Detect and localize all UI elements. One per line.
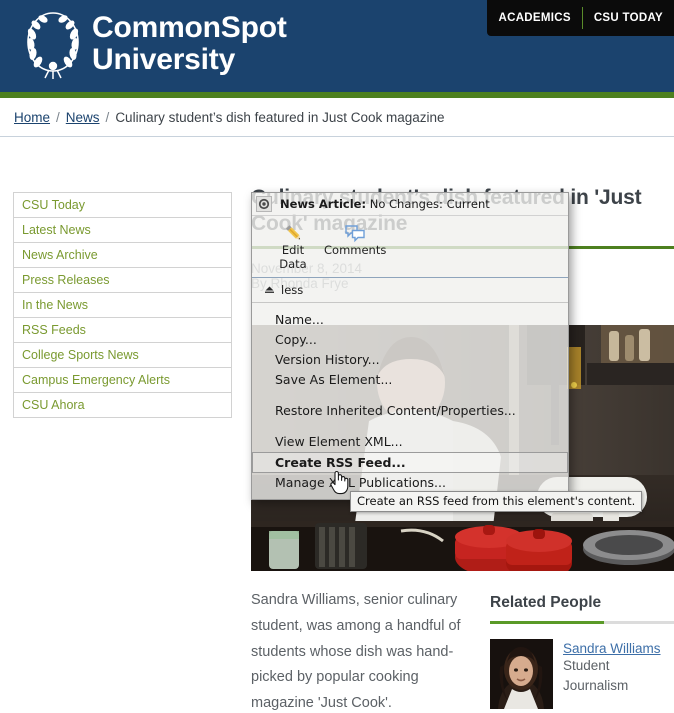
brand-name: CommonSpot University (92, 10, 287, 76)
related-person-name-link[interactable]: Sandra Williams (563, 641, 661, 656)
breadcrumb: Home / News / Culinary student’s dish fe… (0, 98, 674, 137)
menu-gap-1 (252, 390, 568, 401)
edit-data-button[interactable]: Edit Data (262, 222, 324, 271)
article-body: Sandra Williams, senior culinary student… (251, 592, 461, 712)
comments-label: Comments (324, 243, 387, 257)
sidebar-item-rss-feeds[interactable]: RSS Feeds (14, 318, 231, 343)
commonspot-menu-list: Name... Copy... Version History... Save … (252, 303, 568, 499)
related-person-department: Journalism (563, 677, 629, 693)
breadcrumb-link-news[interactable]: News (66, 110, 100, 125)
sidebar-item-latest-news[interactable]: Latest News (14, 218, 231, 243)
comments-icon (324, 222, 386, 244)
tooltip: Create an RSS feed from this element's c… (350, 491, 643, 512)
collapse-label: less (281, 283, 304, 298)
sidebar-news-nav: CSU Today Latest News News Archive Press… (13, 192, 232, 418)
commonspot-element-menu: News Article: No Changes: Current Edit D… (251, 192, 569, 501)
sidebar-item-csu-ahora[interactable]: CSU Ahora (14, 393, 231, 418)
commonspot-element-type: News Article: (280, 197, 367, 211)
site-logo[interactable]: CommonSpot University (18, 8, 287, 80)
menu-item-save-as-element[interactable]: Save As Element... (252, 370, 568, 390)
brand-line-2: University (92, 43, 236, 76)
pointing-hand-cursor (329, 469, 349, 495)
brand-line-1: CommonSpot (92, 10, 287, 44)
edit-data-label-line1: Edit (281, 243, 305, 257)
site-header: CommonSpot University ACADEMICS CSU TODA… (0, 0, 674, 92)
comments-button[interactable]: Comments (324, 222, 386, 271)
related-people-panel: Related People Sandra Williams Student J… (490, 594, 674, 709)
sidebar-item-csu-today[interactable]: CSU Today (14, 193, 231, 218)
commonspot-menu-actions: Edit Data Comments (252, 216, 568, 273)
related-people-title: Related People (490, 594, 602, 611)
top-nav: ACADEMICS CSU TODAY (487, 0, 674, 36)
pencil-icon (262, 222, 324, 244)
gear-icon[interactable] (256, 196, 272, 212)
menu-item-restore-inherited[interactable]: Restore Inherited Content/Properties... (252, 401, 568, 421)
sidebar-item-press-releases[interactable]: Press Releases (14, 268, 231, 293)
menu-item-create-rss-feed[interactable]: Create RSS Feed... (252, 452, 568, 474)
menu-item-version-history[interactable]: Version History... (252, 350, 568, 370)
nav-tab-academics[interactable]: ACADEMICS (487, 0, 581, 36)
related-person-info: Sandra Williams Student Journalism (563, 639, 661, 709)
collapse-arrow-icon (264, 283, 275, 297)
commonspot-collapse-toggle[interactable]: less (252, 278, 568, 302)
menu-item-view-element-xml[interactable]: View Element XML... (252, 432, 568, 452)
commonspot-menu-title: News Article: No Changes: Current (280, 197, 490, 211)
page-root: CommonSpot University ACADEMICS CSU TODA… (0, 0, 674, 713)
related-people-rule (490, 621, 674, 624)
breadcrumb-separator-1: / (56, 109, 60, 125)
nav-tab-csu-today[interactable]: CSU TODAY (583, 0, 674, 36)
menu-item-name[interactable]: Name... (252, 310, 568, 330)
breadcrumb-link-home[interactable]: Home (14, 110, 50, 125)
sidebar-item-news-archive[interactable]: News Archive (14, 243, 231, 268)
breadcrumb-current: Culinary student’s dish featured in Just… (115, 109, 445, 125)
sidebar-item-campus-emergency-alerts[interactable]: Campus Emergency Alerts (14, 368, 231, 393)
edit-data-label-line2: Data (279, 256, 307, 271)
sidebar-item-in-the-news[interactable]: In the News (14, 293, 231, 318)
menu-item-copy[interactable]: Copy... (252, 330, 568, 350)
avatar (490, 639, 553, 709)
laurel-wreath-icon (18, 8, 88, 80)
related-person-item[interactable]: Sandra Williams Student Journalism (490, 639, 674, 709)
commonspot-menu-titlebar: News Article: No Changes: Current (252, 193, 568, 216)
commonspot-element-status: No Changes: Current (366, 197, 490, 211)
related-person-role: Student (563, 658, 610, 673)
breadcrumb-separator-2: / (105, 109, 110, 125)
menu-gap-2 (252, 421, 568, 432)
sidebar-item-college-sports-news[interactable]: College Sports News (14, 343, 231, 368)
